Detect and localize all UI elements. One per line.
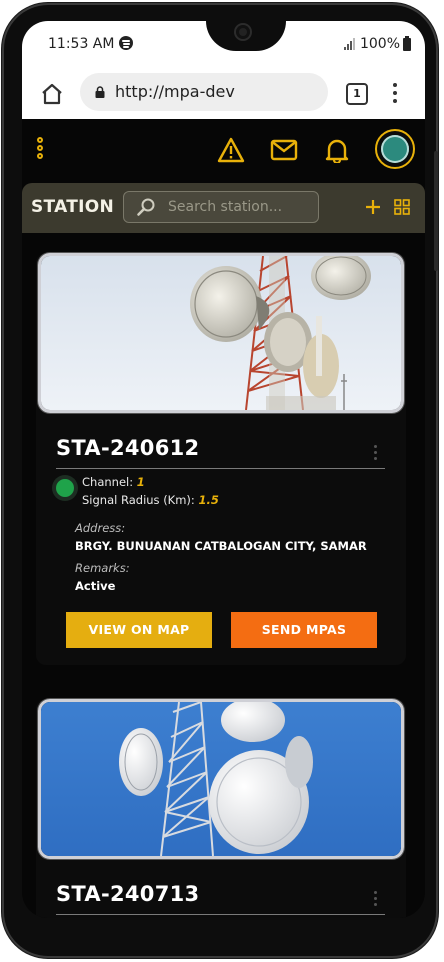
camera-icon	[236, 25, 250, 39]
phone-side-button	[434, 151, 438, 271]
address-label: Address:	[75, 521, 126, 535]
page-title: STATION	[31, 197, 115, 217]
card-menu-icon[interactable]	[374, 445, 378, 461]
signal-icon	[343, 38, 355, 50]
browser-toolbar: http://mpa-dev 1	[22, 69, 425, 119]
phone-frame: 11:53 AM 100% http://mpa-dev 1 STATION S…	[2, 3, 438, 958]
tower-photo	[41, 702, 401, 856]
address-bar[interactable]: http://mpa-dev	[80, 73, 328, 111]
station-card: STA-240612 Channel: 1 Signal Radius (Km)…	[36, 253, 406, 665]
alert-icon[interactable]	[217, 137, 245, 163]
search-input[interactable]	[168, 197, 308, 217]
mail-icon[interactable]	[270, 137, 298, 163]
status-indicator	[56, 479, 74, 497]
channel-value: 1	[136, 475, 145, 489]
station-code: STA-240713	[56, 882, 200, 906]
divider	[56, 468, 385, 469]
status-bar: 11:53 AM 100%	[22, 21, 425, 69]
station-image	[38, 699, 404, 859]
app-menu-icon[interactable]	[37, 137, 45, 161]
camera-notch	[206, 21, 286, 51]
channel-label: Channel:	[82, 475, 134, 489]
battery-icon	[403, 35, 411, 51]
channel-row: Channel: 1	[82, 475, 145, 489]
tower-photo	[41, 256, 401, 410]
url-text[interactable]: http://mpa-dev	[115, 82, 235, 101]
status-time: 11:53 AM	[48, 36, 115, 52]
tab-switcher-button[interactable]: 1	[346, 83, 368, 105]
divider	[56, 914, 385, 915]
station-card: STA-240713	[36, 699, 406, 918]
radius-label: Signal Radius (Km):	[82, 493, 195, 507]
station-toolbar: STATION	[22, 183, 425, 233]
search-box[interactable]	[123, 191, 319, 223]
spotify-icon	[119, 36, 133, 50]
app-header	[22, 119, 425, 179]
station-image	[38, 253, 404, 413]
bell-icon[interactable]	[323, 137, 351, 163]
add-station-icon[interactable]	[365, 199, 381, 215]
search-icon	[137, 198, 155, 216]
address-value: BRGY. BUNUANAN CATBALOGAN CITY, SAMAR	[75, 539, 367, 553]
station-code: STA-240612	[56, 436, 200, 460]
grid-view-icon[interactable]	[394, 199, 410, 215]
browser-menu-icon[interactable]	[393, 83, 397, 105]
view-on-map-button[interactable]: VIEW ON MAP	[66, 612, 212, 648]
radius-row: Signal Radius (Km): 1.5	[82, 493, 219, 507]
home-icon[interactable]	[40, 82, 64, 106]
lock-icon	[95, 86, 105, 98]
radius-value: 1.5	[198, 493, 219, 507]
status-right: 100%	[343, 35, 411, 52]
send-mpas-button[interactable]: SEND MPAS	[231, 612, 377, 648]
remarks-label: Remarks:	[75, 561, 130, 575]
card-menu-icon[interactable]	[374, 891, 378, 907]
screen: 11:53 AM 100% http://mpa-dev 1 STATION S…	[22, 21, 425, 918]
remarks-value: Active	[75, 579, 116, 593]
battery-percent: 100%	[359, 36, 400, 52]
user-avatar[interactable]	[375, 129, 415, 169]
avatar-logo-icon	[381, 135, 409, 163]
